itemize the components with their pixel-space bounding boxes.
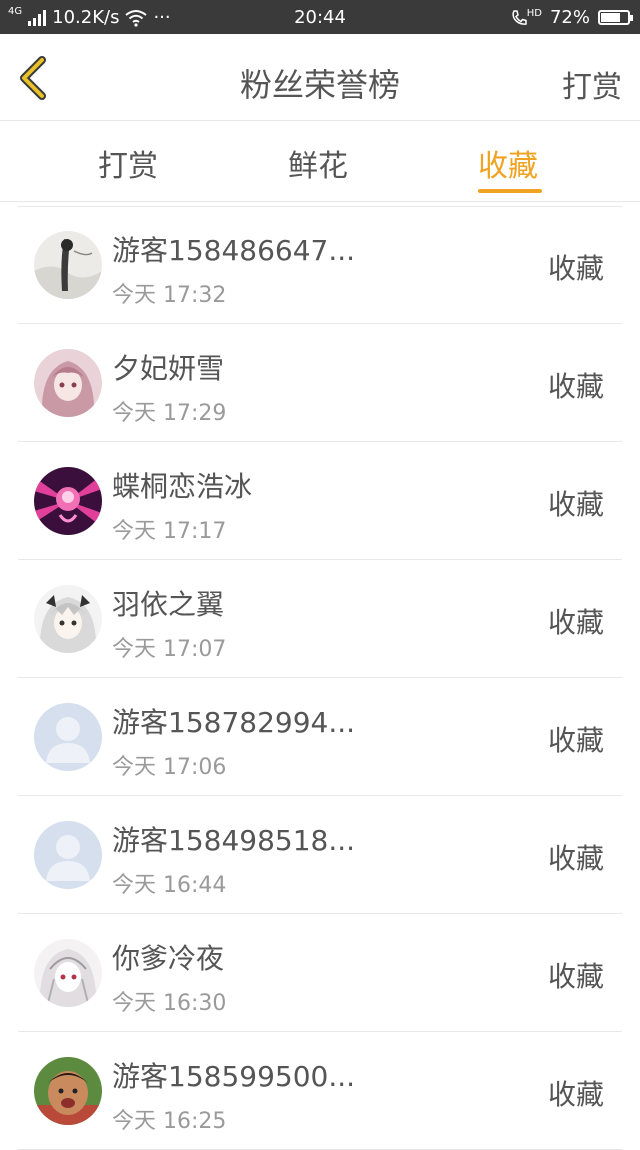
avatar[interactable] (34, 349, 102, 417)
user-name: 夕妃妍雪 (112, 352, 225, 385)
action-label: 收藏 (547, 960, 604, 993)
tab-flowers[interactable]: 鲜花 (288, 141, 348, 185)
avatar[interactable] (34, 703, 102, 771)
fan-list: 游客158486647... 今天 17:32 收藏 夕妃妍雪 今天 17:29… (18, 206, 622, 1150)
hd-call-icon: HD (511, 7, 542, 27)
timestamp: 今天 17:06 (112, 755, 227, 780)
battery-percent: 72% (549, 7, 590, 28)
action-label: 收藏 (547, 724, 604, 757)
avatar[interactable] (34, 939, 102, 1007)
reward-button[interactable]: 打赏 (562, 62, 622, 106)
action-label: 收藏 (547, 488, 604, 521)
list-item[interactable]: 羽依之翼 今天 17:07 收藏 (18, 560, 622, 678)
action-label: 收藏 (547, 842, 604, 875)
hd-label: HD (526, 7, 542, 19)
list-item[interactable]: 蝶桐恋浩冰 今天 17:17 收藏 (18, 442, 622, 560)
timestamp: 今天 17:29 (112, 401, 227, 426)
user-name: 你爹冷夜 (112, 942, 225, 975)
avatar[interactable] (34, 585, 102, 653)
list-item[interactable]: 夕妃妍雪 今天 17:29 收藏 (18, 324, 622, 442)
active-tab-indicator (478, 189, 542, 193)
tab-bar: 打赏 鲜花 收藏 (0, 121, 640, 202)
page-title: 粉丝荣誉榜 (239, 66, 400, 104)
timestamp: 今天 17:17 (112, 519, 227, 544)
user-name: 蝶桐恋浩冰 (112, 470, 253, 503)
status-bar: 4G 10.2K/s ··· 20:44 HD 72% (0, 0, 640, 34)
avatar[interactable] (34, 467, 102, 535)
timestamp: 今天 17:07 (112, 637, 227, 662)
list-item[interactable]: 你爹冷夜 今天 16:30 收藏 (18, 914, 622, 1032)
avatar[interactable] (34, 821, 102, 889)
list-item[interactable]: 游客158498518... 今天 16:44 收藏 (18, 796, 622, 914)
user-name: 游客158486647... (112, 234, 356, 267)
status-right: HD 72% (511, 7, 633, 28)
list-item[interactable]: 游客158782994... 今天 17:06 收藏 (18, 678, 622, 796)
action-label: 收藏 (547, 252, 604, 285)
tab-reward[interactable]: 打赏 (98, 141, 158, 185)
battery-icon (598, 10, 633, 25)
action-label: 收藏 (547, 370, 604, 403)
timestamp: 今天 16:44 (112, 873, 227, 898)
timestamp: 今天 17:32 (112, 283, 227, 308)
list-item[interactable]: 游客158486647... 今天 17:32 收藏 (18, 206, 622, 324)
action-label: 收藏 (547, 1078, 604, 1111)
list-item[interactable]: 游客158599500... 今天 16:25 收藏 (18, 1032, 622, 1150)
avatar[interactable] (34, 1057, 102, 1125)
action-label: 收藏 (547, 606, 604, 639)
timestamp: 今天 16:25 (112, 1109, 227, 1134)
top-nav-bar: 粉丝荣誉榜 打赏 (0, 34, 640, 121)
avatar[interactable] (34, 231, 102, 299)
user-name: 游客158498518... (112, 824, 356, 857)
timestamp: 今天 16:30 (112, 991, 227, 1016)
user-name: 羽依之翼 (112, 588, 225, 621)
user-name: 游客158599500... (112, 1060, 356, 1093)
user-name: 游客158782994... (112, 706, 356, 739)
tab-favorites[interactable]: 收藏 (478, 141, 538, 185)
